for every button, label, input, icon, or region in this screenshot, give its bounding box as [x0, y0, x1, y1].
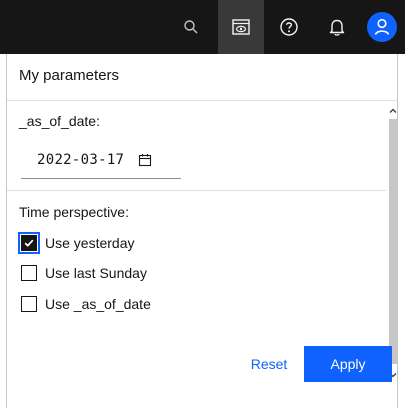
notification-icon — [327, 17, 347, 37]
panel-title: My parameters — [19, 67, 120, 84]
notifications-button[interactable] — [314, 0, 360, 54]
reset-button[interactable]: Reset — [241, 346, 297, 382]
checkbox-unchecked[interactable] — [21, 265, 37, 281]
calendar-icon[interactable] — [138, 153, 152, 172]
section-divider — [7, 190, 386, 191]
apply-button[interactable]: Apply — [304, 346, 392, 382]
option-use-last-sunday[interactable]: Use last Sunday — [21, 265, 147, 281]
date-value: 2022-03-17 — [37, 152, 125, 168]
help-button[interactable] — [266, 0, 312, 54]
search-button[interactable] — [168, 0, 214, 54]
parameters-scroll-area[interactable]: _as_of_date: 2022-03-17 Time perspective… — [7, 101, 399, 383]
user-avatar-icon — [367, 12, 397, 42]
time-perspective-label: Time perspective: — [19, 204, 129, 220]
user-profile-button[interactable] — [359, 0, 405, 54]
option-label: Use yesterday — [45, 235, 135, 251]
as-of-date-label: _as_of_date: — [19, 113, 100, 129]
top-header-bar — [0, 0, 405, 54]
option-use-yesterday[interactable]: Use yesterday — [18, 232, 135, 254]
screen-icon — [231, 17, 251, 37]
checkbox-unchecked[interactable] — [21, 296, 37, 312]
as-of-date-input[interactable]: 2022-03-17 — [21, 144, 181, 179]
option-label: Use last Sunday — [45, 265, 147, 281]
search-icon — [183, 19, 199, 35]
chevron-up-icon[interactable] — [388, 103, 398, 113]
option-label: Use _as_of_date — [45, 296, 151, 312]
parameters-panel: My parameters _as_of_date: 2022-03-17 Ti… — [6, 54, 398, 408]
vertical-scrollbar[interactable] — [386, 101, 399, 383]
help-icon — [279, 17, 299, 37]
screen-preview-button[interactable] — [218, 0, 264, 54]
option-use-as-of-date[interactable]: Use _as_of_date — [21, 296, 151, 312]
checkmark-icon — [24, 239, 34, 247]
scrollbar-thumb[interactable] — [389, 119, 398, 364]
checkbox-checked[interactable] — [18, 232, 40, 254]
